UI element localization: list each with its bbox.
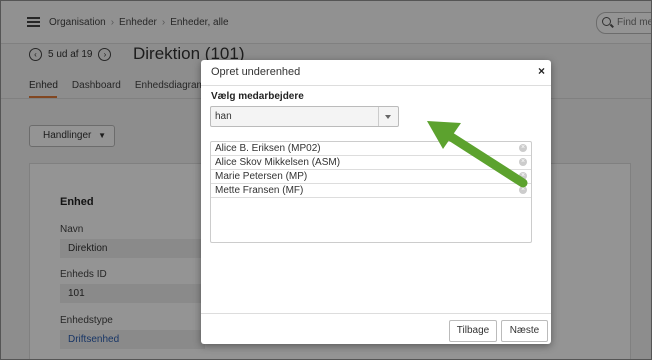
dialog-header: Opret underenhed × [201,60,551,86]
employee-search-combobox[interactable]: han [210,106,399,127]
dialog-footer: Tilbage Næste [201,313,551,345]
list-item-label: Marie Petersen (MP) [215,171,308,182]
list-item-label: Alice Skov Mikkelsen (ASM) [215,157,341,168]
next-button[interactable]: Næste [501,320,548,342]
list-item-label: Mette Fransen (MF) [215,185,304,196]
close-icon[interactable]: × [538,64,545,78]
dialog-title: Opret underenhed [211,66,301,78]
select-employees-label: Vælg medarbejdere [211,91,304,102]
back-button[interactable]: Tilbage [449,320,497,342]
app-window: Organisation › Enheder › Enheder, alle Find … [0,0,652,360]
employee-search-value: han [215,111,232,122]
create-subunit-dialog: Opret underenhed × Vælg medarbejdere han… [201,60,551,344]
dropdown-arrow-icon[interactable] [378,107,398,126]
annotation-arrow-icon [427,121,528,188]
list-item-label: Alice B. Eriksen (MP02) [215,143,321,154]
